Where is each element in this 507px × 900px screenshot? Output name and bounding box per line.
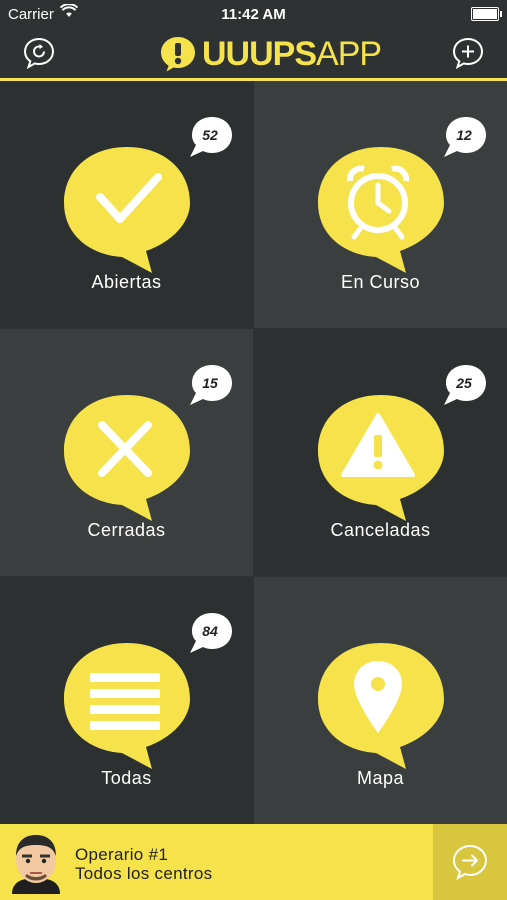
- count-bubble: [444, 365, 486, 405]
- user-bar: Operario #1 Todos los centros: [0, 824, 507, 900]
- tile-canceladas[interactable]: 25 Canceladas: [254, 329, 507, 576]
- app-logo: UUUPSAPP: [160, 34, 382, 74]
- nav-bar: UUUPSAPP: [0, 28, 507, 81]
- map-pin-icon: [318, 643, 444, 769]
- checkmark-icon: [64, 147, 190, 273]
- alarm-clock-icon: [318, 147, 444, 273]
- refresh-button[interactable]: [22, 36, 56, 70]
- tile-en-curso[interactable]: 12 En Curso: [254, 81, 507, 328]
- count-bubble: [190, 117, 232, 157]
- tile-mapa[interactable]: Mapa: [254, 577, 507, 824]
- status-bar: Carrier 11:42 AM: [0, 0, 507, 28]
- count-bubble: [444, 117, 486, 157]
- count-bubble: [190, 613, 232, 653]
- count-bubble: [190, 365, 232, 405]
- list-icon: [64, 643, 190, 769]
- tile-label: Todas: [101, 768, 152, 788]
- logo-text-bold: UUUPS: [202, 35, 317, 73]
- avatar[interactable]: [8, 832, 64, 894]
- logo-text-light: APP: [316, 35, 382, 73]
- refresh-icon: [23, 37, 55, 70]
- go-button[interactable]: [433, 824, 507, 900]
- clock: 11:42 AM: [221, 6, 286, 23]
- battery-icon: [471, 7, 502, 21]
- tile-abiertas[interactable]: 52 Abiertas: [0, 81, 253, 328]
- category-grid: 52 Abiertas 12 En Curso 15 Cerradas 25 C…: [0, 81, 507, 824]
- tile-label: En Curso: [340, 272, 421, 292]
- user-name: Operario #1: [75, 845, 169, 864]
- user-scope: Todos los centros: [75, 864, 213, 883]
- arrow-right-icon: [452, 844, 488, 881]
- warning-icon: [318, 395, 444, 521]
- tile-todas[interactable]: 84 Todas: [0, 577, 253, 824]
- add-icon: [452, 37, 484, 70]
- tile-label: Cerradas: [87, 520, 166, 540]
- logo-mark-icon: [161, 37, 195, 72]
- close-icon: [64, 395, 190, 521]
- add-button[interactable]: [451, 36, 485, 70]
- tile-label: Mapa: [356, 768, 405, 788]
- logo-text: UUUPSAPP: [202, 35, 382, 74]
- tile-cerradas[interactable]: 15 Cerradas: [0, 329, 253, 576]
- tile-label: Abiertas: [91, 272, 162, 292]
- tile-label: Canceladas: [330, 520, 431, 540]
